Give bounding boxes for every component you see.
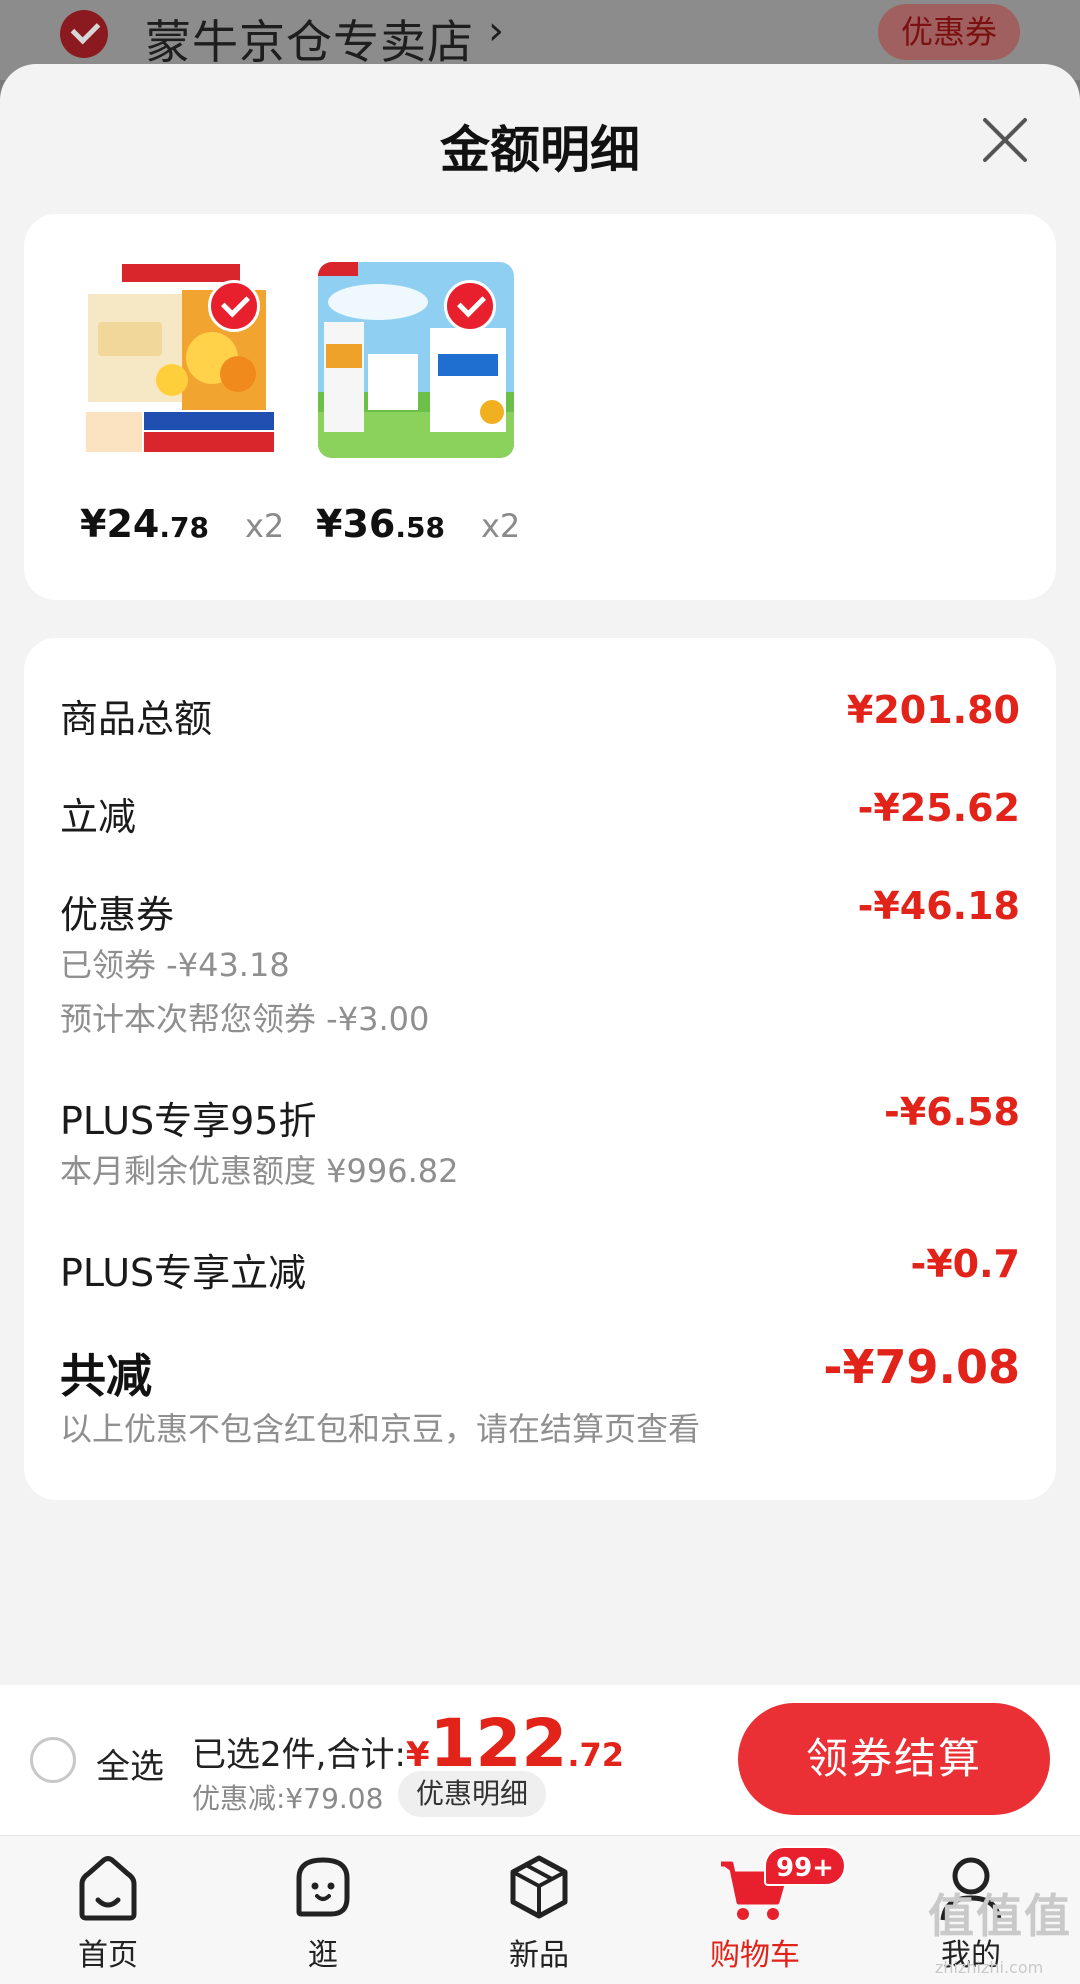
select-all-radio[interactable] [30, 1737, 76, 1783]
summary-text: 已选2件,合计: [192, 1735, 406, 1775]
plus-cut-amount: -¥0.7 [910, 1242, 1020, 1286]
chevron-right-icon: › [488, 8, 504, 54]
checkout-bar: 全选 已选2件,合计:¥122.72 优惠减:¥79.08 优惠明细 领券结算 [0, 1685, 1080, 1835]
quantity: x2 [244, 507, 285, 545]
checkout-button[interactable]: 领券结算 [738, 1703, 1050, 1815]
bottom-tab-bar: 首页 逛 新品 99+ 购物车 我的 [0, 1835, 1080, 1984]
tab-new[interactable]: 新品 [464, 1848, 614, 1974]
store-coupon-button[interactable]: 优惠券 [878, 4, 1020, 60]
product-price-row: ¥36.58 x2 [316, 502, 576, 546]
product-price-row: ¥24.78 x2 [80, 502, 340, 546]
sheet-title: 金额明细 [440, 121, 640, 179]
quantity: x2 [480, 507, 521, 545]
amount-breakdown-card: 商品总额 ¥201.80 立减 -¥25.62 优惠券 -¥46.18 已领券 … [24, 638, 1056, 1500]
plus-discount-label: PLUS专享95折 [60, 1099, 317, 1143]
coupon-expected-text: 预计本次帮您领券 -¥3.00 [60, 1000, 430, 1038]
coupon-label: 优惠券 [60, 893, 175, 937]
product-item[interactable]: ¥36.58 x2 [316, 262, 520, 546]
currency-symbol: ¥ [405, 1735, 430, 1775]
price-decimal: .58 [395, 511, 445, 544]
watermark-url: zhizhizhi.com [935, 1958, 1044, 1977]
home-icon [79, 1856, 137, 1921]
selected-check-icon[interactable] [444, 280, 496, 332]
price-decimal: .78 [159, 511, 209, 544]
selected-check-icon[interactable] [208, 280, 260, 332]
store-check-icon[interactable] [60, 10, 108, 58]
browse-face-icon [296, 1857, 350, 1917]
product-image[interactable] [82, 262, 278, 458]
tab-cart[interactable]: 99+ 购物车 [680, 1846, 846, 1974]
tab-label: 新品 [509, 1938, 569, 1973]
tab-label: 购物车 [710, 1938, 800, 1973]
total-decimal: .72 [567, 1736, 625, 1774]
plus-discount-amount: -¥6.58 [884, 1090, 1020, 1134]
plus-quota-text: 本月剩余优惠额度 ¥996.82 [60, 1152, 459, 1190]
order-total: 已选2件,合计:¥122.72 [192, 1705, 624, 1782]
select-all-label[interactable]: 全选 [96, 1739, 164, 1788]
cart-count-badge: 99+ [764, 1846, 846, 1886]
discount-detail-button[interactable]: 优惠明细 [398, 1771, 547, 1817]
product-image[interactable] [318, 262, 514, 458]
total-discount-amount: -¥79.08 [823, 1340, 1020, 1394]
discount-summary: 优惠减:¥79.08 [192, 1782, 384, 1815]
coupon-amount: -¥46.18 [857, 884, 1020, 928]
instant-cut-label: 立减 [60, 795, 137, 839]
close-icon[interactable] [975, 110, 1035, 170]
discount-note: 以上优惠不包含红包和京豆，请在结算页查看 [60, 1410, 701, 1448]
watermark: 值值值 [928, 1889, 1072, 1943]
plus-cut-label: PLUS专享立减 [60, 1251, 307, 1295]
tab-home[interactable]: 首页 [33, 1848, 183, 1974]
instant-cut-amount: -¥25.62 [857, 786, 1020, 830]
coupon-claimed-text: 已领券 -¥43.18 [60, 946, 290, 984]
cube-icon [510, 1855, 568, 1919]
price-integer: ¥24 [80, 502, 160, 546]
goods-total-amount: ¥201.80 [846, 688, 1020, 732]
tab-label: 逛 [308, 1938, 338, 1973]
tab-browse[interactable]: 逛 [248, 1848, 398, 1974]
product-item[interactable]: ¥24.78 x2 [80, 262, 284, 546]
tab-label: 首页 [78, 1938, 138, 1973]
goods-total-label: 商品总额 [60, 697, 213, 741]
total-discount-label: 共减 [60, 1349, 152, 1403]
price-integer: ¥36 [316, 502, 396, 546]
store-name[interactable]: 蒙牛京仓专卖店 [145, 6, 474, 72]
product-summary-card: ¥24.78 x2 ¥36.58 x2 [24, 214, 1056, 600]
